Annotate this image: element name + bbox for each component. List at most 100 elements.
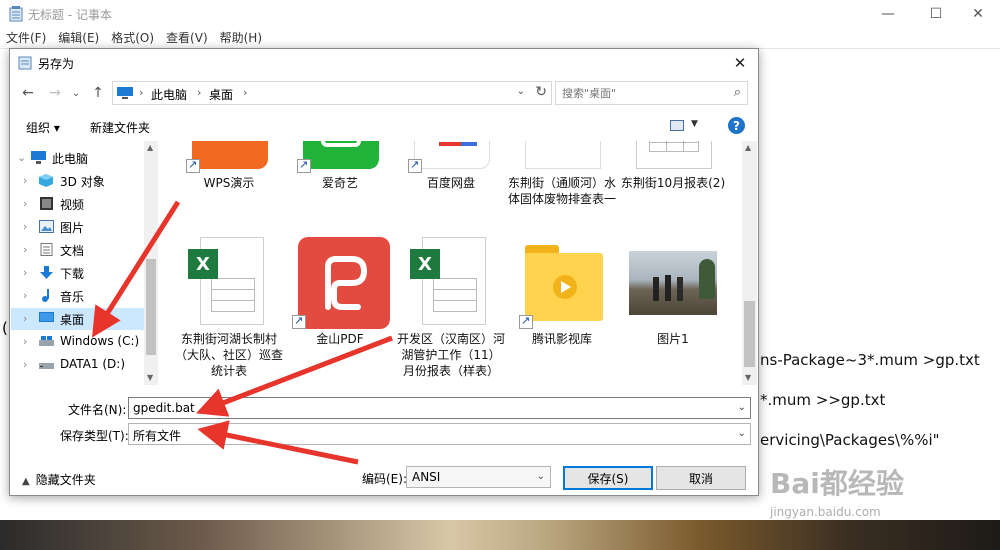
tree-item-downloads[interactable]: › 下载 (11, 262, 144, 284)
file-name: 爱奇艺 (321, 176, 358, 190)
close-window-button[interactable]: ✕ (955, 0, 1000, 28)
menu-format[interactable]: 格式(O) (111, 28, 154, 48)
expand-icon[interactable]: ⌄ (17, 151, 26, 164)
save-button[interactable]: 保存(S) (563, 466, 653, 490)
tree-item-videos[interactable]: › 视频 (11, 193, 144, 215)
refresh-icon[interactable]: ↻ (535, 84, 547, 100)
notepad-titlebar: 无标题 - 记事本 — ☐ ✕ (0, 0, 1000, 28)
dialog-toolbar: 组织 ▾ 新建文件夹 ▼ ? (10, 113, 758, 139)
file-list[interactable]: WPS演示 爱奇艺 百度网盘 (160, 141, 742, 385)
navigation-pane[interactable]: ⌄ 此电脑 › 3D 对象 › 视频 › 图片 › 文档 › 下载 › 音乐 ›… (11, 141, 158, 385)
scroll-up-icon[interactable]: ▲ (147, 143, 153, 152)
new-folder-button[interactable]: 新建文件夹 (90, 119, 150, 136)
tree-item-desktop[interactable]: › 桌面 (11, 308, 144, 330)
recent-chevron-icon[interactable]: ⌄ (66, 83, 86, 103)
tree-item-drive-c[interactable]: › Windows (C:) (11, 331, 144, 353)
scroll-thumb[interactable] (744, 301, 755, 367)
search-input[interactable] (562, 85, 712, 101)
maximize-button[interactable]: ☐ (913, 0, 959, 28)
pc-icon (117, 87, 133, 99)
tree-item-label: 下载 (60, 267, 85, 281)
chevron-right-icon[interactable]: › (23, 220, 27, 233)
encoding-label: 编码(E): (362, 472, 407, 486)
video-icon (40, 197, 53, 210)
file-item[interactable]: 东荆街10月报表(2) (618, 141, 728, 191)
chevron-right-icon[interactable]: › (23, 266, 27, 279)
menu-file[interactable]: 文件(F) (6, 28, 46, 48)
tree-item-3d-objects[interactable]: › 3D 对象 (11, 170, 144, 192)
chevron-down-icon[interactable]: ⌄ (738, 402, 746, 413)
drive-icon (39, 336, 54, 346)
up-arrow-icon[interactable]: ↑ (88, 83, 108, 103)
breadcrumb-separator-icon: › (197, 86, 202, 99)
tree-item-pictures[interactable]: › 图片 (11, 216, 144, 238)
nav-scrollbar[interactable]: ▲ ▼ (144, 141, 158, 385)
address-dropdown-icon[interactable]: ⌄ (517, 86, 525, 97)
search-box[interactable]: ⌕ (555, 81, 748, 105)
hide-folders-toggle[interactable]: ▲ 隐藏文件夹 (22, 471, 96, 488)
file-item[interactable]: 图片1 (618, 237, 728, 347)
view-dropdown-icon[interactable]: ▼ (691, 119, 698, 129)
notepad-menubar: 文件(F) 编辑(E) 格式(O) 查看(V) 帮助(H) (0, 28, 1000, 48)
file-item[interactable]: X 东荆街河湖长制村（大队、社区）巡查统计表 (174, 237, 284, 379)
chevron-down-icon[interactable]: ⌄ (537, 471, 545, 482)
text-line: ervicing\Packages\%%i" (760, 431, 940, 449)
file-scrollbar[interactable]: ▲ ▼ (742, 141, 757, 385)
file-item[interactable]: 东荆街（通顺河）水体固体废物排查表一 (507, 141, 617, 207)
chevron-right-icon[interactable]: › (23, 197, 27, 210)
tree-item-drive-d[interactable]: › DATA1 (D:) (11, 354, 144, 376)
shortcut-arrow-icon (519, 314, 533, 329)
tree-item-label: 此电脑 (52, 152, 89, 166)
minimize-button[interactable]: — (865, 0, 911, 28)
notepad-icon (18, 56, 32, 70)
organize-button[interactable]: 组织 ▾ (26, 119, 60, 136)
file-item[interactable]: 爱奇艺 (285, 141, 395, 191)
scroll-thumb[interactable] (146, 259, 156, 355)
back-arrow-icon[interactable]: ← (18, 83, 38, 103)
chevron-down-icon[interactable]: ⌄ (738, 428, 746, 439)
breadcrumb-desktop[interactable]: 桌面 (209, 86, 233, 103)
watermark: Bai都经验 (770, 467, 904, 500)
file-name: 东荆街（通顺河）水体固体废物排查表一 (507, 176, 616, 206)
tree-item-label: 3D 对象 (60, 175, 105, 189)
file-item[interactable]: 金山PDF (285, 237, 395, 347)
menu-edit[interactable]: 编辑(E) (58, 28, 99, 48)
dialog-close-button[interactable]: ✕ (726, 51, 754, 75)
watermark-url: jingyan.baidu.com (770, 505, 881, 519)
chevron-right-icon[interactable]: › (23, 243, 27, 256)
chevron-right-icon[interactable]: › (23, 335, 27, 348)
excel-x-icon: X (410, 249, 440, 279)
kingsoft-pdf-icon (298, 237, 390, 329)
filetype-select[interactable]: 所有文件 ⌄ (128, 423, 751, 445)
filename-field[interactable]: gpedit.bat ⌄ (128, 397, 751, 419)
file-item[interactable]: X 开发区（汉南区）河湖管护工作（11）月份报表（样表） (396, 237, 506, 379)
file-item[interactable]: WPS演示 (174, 141, 284, 191)
scroll-down-icon[interactable]: ▼ (745, 373, 751, 382)
dialog-title: 另存为 (38, 57, 75, 71)
tree-item-this-pc[interactable]: ⌄ 此电脑 (11, 147, 144, 169)
photo-thumbnail (629, 251, 717, 315)
tree-item-music[interactable]: › 音乐 (11, 285, 144, 307)
chevron-right-icon[interactable]: › (23, 289, 27, 302)
menu-help[interactable]: 帮助(H) (220, 28, 262, 48)
file-item[interactable]: 百度网盘 (396, 141, 506, 191)
scroll-up-icon[interactable]: ▲ (745, 143, 751, 152)
chevron-right-icon[interactable]: › (23, 312, 27, 325)
cancel-button[interactable]: 取消 (656, 466, 746, 490)
picture-icon (39, 220, 54, 233)
view-mode-icon[interactable] (670, 120, 684, 131)
encoding-select[interactable]: ANSI ⌄ (406, 466, 551, 488)
menu-view[interactable]: 查看(V) (166, 28, 208, 48)
file-item[interactable]: 腾讯影视库 (507, 237, 617, 347)
encoding-value: ANSI (412, 470, 441, 484)
scroll-down-icon[interactable]: ▼ (147, 373, 153, 382)
text-line-fragment: ( (2, 319, 8, 337)
spreadsheet-icon (636, 141, 712, 169)
forward-arrow-icon[interactable]: → (45, 83, 65, 103)
tree-item-documents[interactable]: › 文档 (11, 239, 144, 261)
chevron-right-icon[interactable]: › (23, 174, 27, 187)
chevron-right-icon[interactable]: › (23, 358, 27, 371)
help-icon[interactable]: ? (728, 117, 745, 134)
address-bar[interactable]: › 此电脑 › 桌面 › ⌄ ↻ (112, 81, 552, 105)
breadcrumb-this-pc[interactable]: 此电脑 (151, 86, 187, 103)
